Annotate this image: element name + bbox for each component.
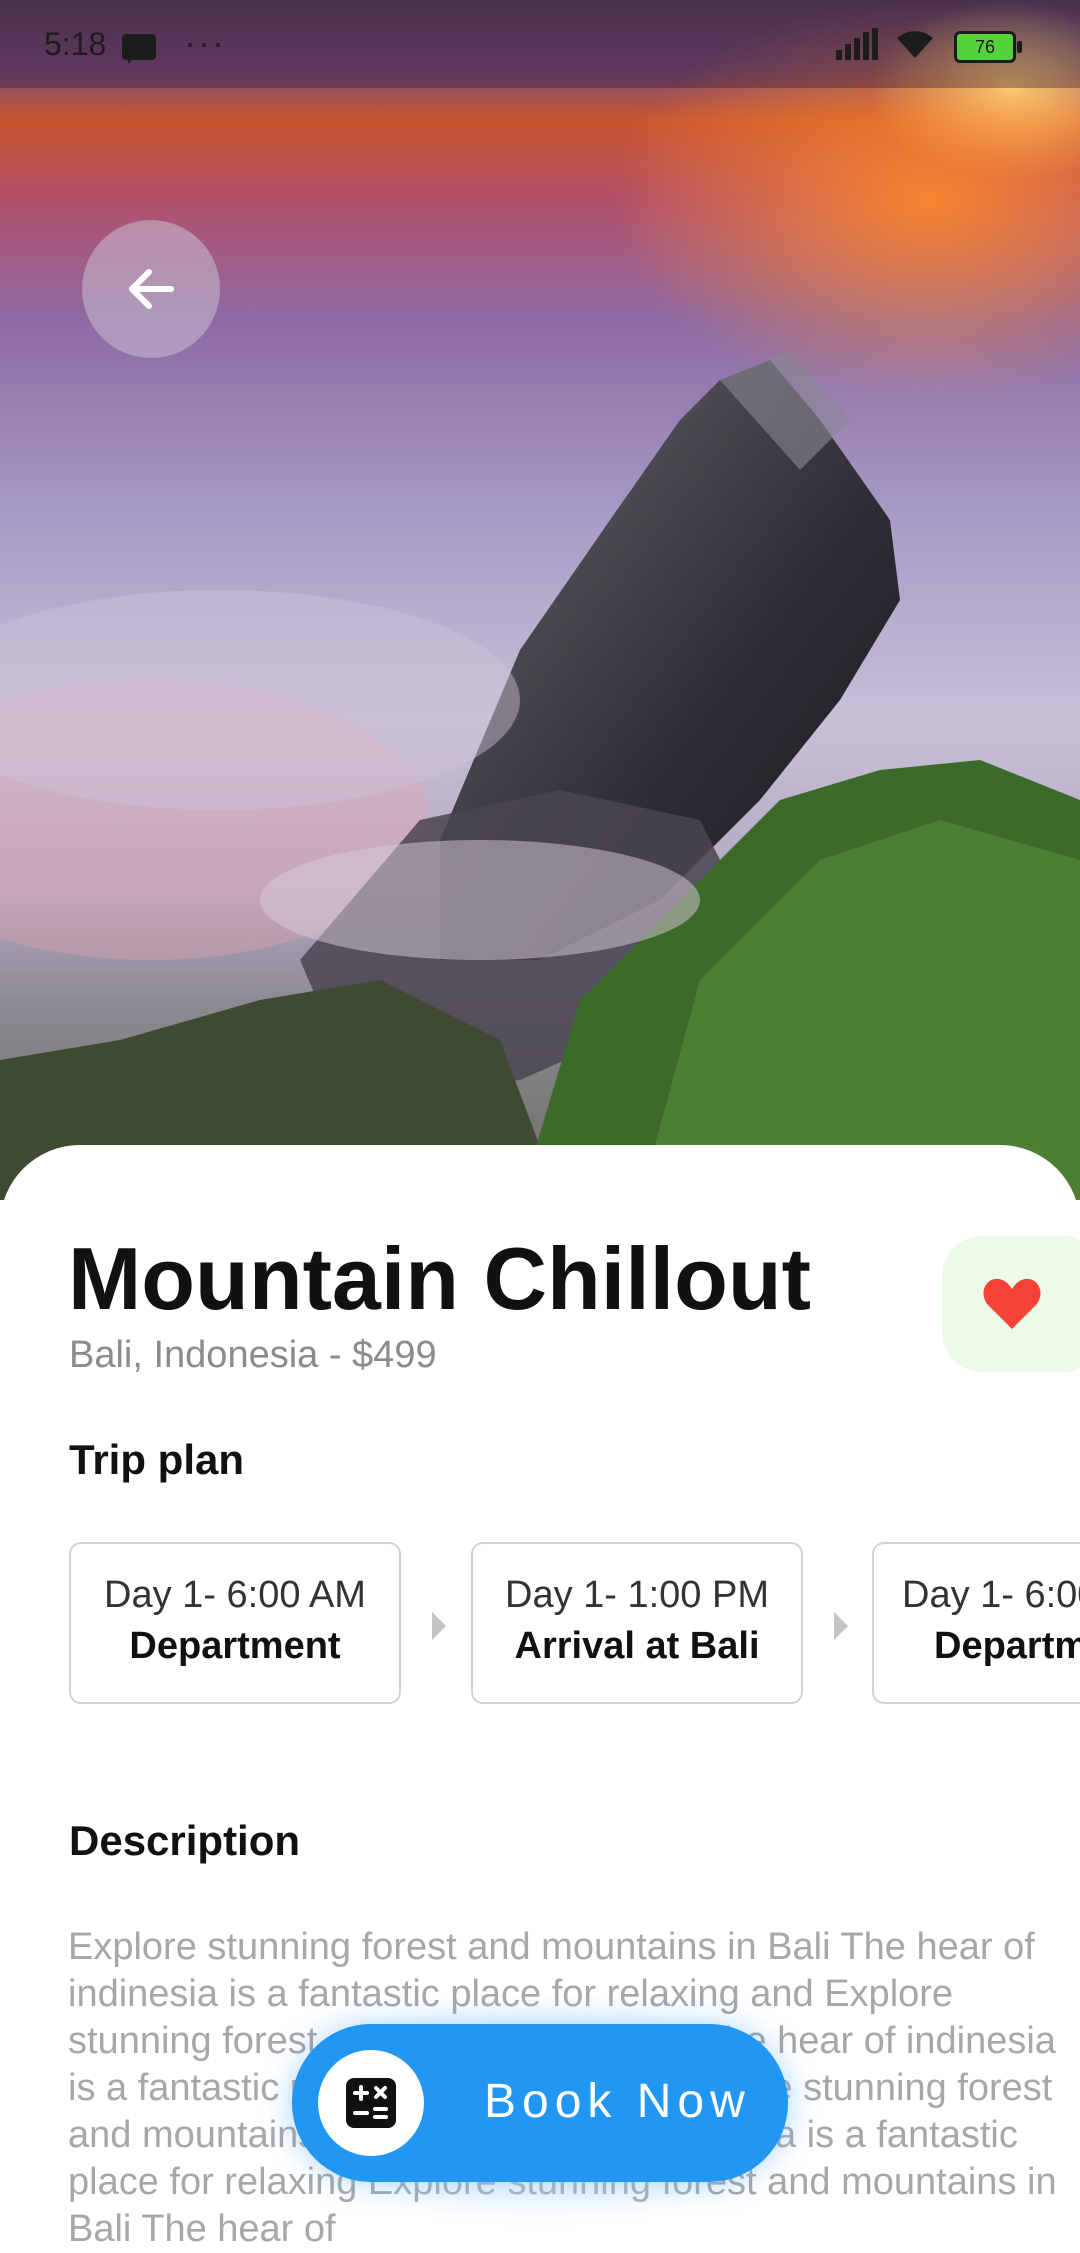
- hero-image: [0, 0, 1080, 1200]
- status-bar: 5:18 ··· 76: [0, 0, 1080, 88]
- trip-plan-heading: Trip plan: [69, 1436, 245, 1483]
- status-time: 5:18: [44, 26, 107, 62]
- trip-plan-time: Day 1- 1:00 PM: [505, 1574, 769, 1616]
- mountain-landscape-image: [0, 0, 1080, 1200]
- signal-icon: [836, 28, 878, 60]
- trip-plan-time: Day 1- 6:00 AM: [104, 1574, 366, 1616]
- more-notifications-icon: ···: [184, 22, 226, 63]
- message-icon: [122, 34, 156, 64]
- trip-plan-event: Arrival at Bali: [514, 1625, 760, 1667]
- battery-icon: 76: [954, 31, 1022, 63]
- chevron-right-icon: [834, 1612, 848, 1640]
- trip-plan-event: Department: [129, 1625, 341, 1667]
- description-heading: Description: [69, 1817, 301, 1864]
- calculator-icon-badge: [318, 2050, 424, 2156]
- trip-location-price: Bali, Indonesia - $499: [69, 1334, 437, 1376]
- chevron-right-icon: [432, 1612, 446, 1640]
- trip-plan-event: Department: [934, 1625, 1080, 1667]
- back-button[interactable]: [82, 220, 220, 358]
- favorite-button[interactable]: [942, 1236, 1080, 1372]
- trip-plan-item[interactable]: Day 1- 1:00 PM Arrival at Bali: [471, 1542, 803, 1704]
- calculator-icon: [346, 2078, 396, 2128]
- trip-plan-item[interactable]: Day 1- 6:00 AM Department: [872, 1542, 1080, 1704]
- trip-title: Mountain Chillout: [68, 1229, 811, 1328]
- wifi-icon: [897, 31, 933, 58]
- book-now-button[interactable]: Book Now: [292, 2024, 788, 2182]
- book-now-label: Book Now: [484, 2075, 751, 2128]
- heart-icon: [983, 1278, 1041, 1329]
- trip-plan-item[interactable]: Day 1- 6:00 AM Department: [69, 1542, 401, 1704]
- trip-plan-time: Day 1- 6:00 AM: [902, 1574, 1080, 1616]
- arrow-left-icon: [129, 269, 174, 309]
